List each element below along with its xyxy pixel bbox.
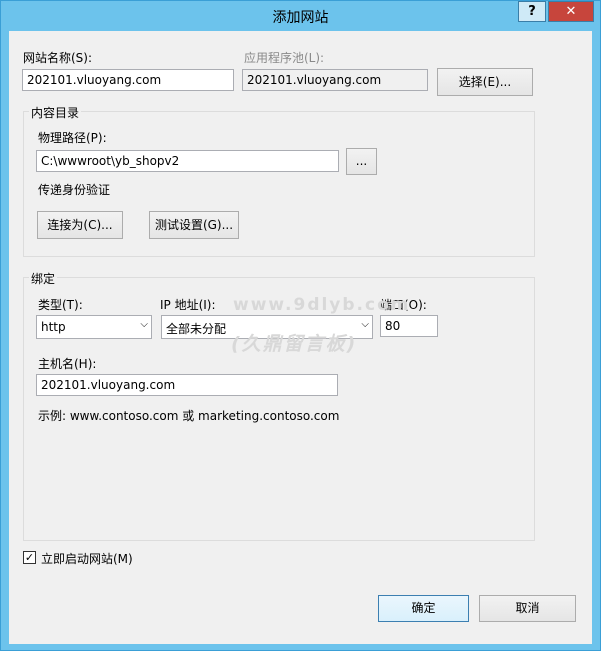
watermark-name: (久鼎留言板) [231, 333, 358, 355]
browse-button[interactable]: ... [346, 148, 377, 175]
select-app-pool-button[interactable]: 选择(E)... [437, 68, 533, 96]
dialog-window: 添加网站 ? ✕ 网站名称(S): 202101.vluoyang.com 应用… [0, 0, 601, 651]
site-name-input[interactable]: 202101.vluoyang.com [22, 69, 234, 91]
close-button[interactable]: ✕ [548, 1, 594, 22]
ok-button[interactable]: 确定 [378, 595, 469, 622]
hostname-example: 示例: www.contoso.com 或 marketing.contoso.… [38, 409, 340, 423]
type-label: 类型(T): [38, 298, 83, 312]
type-select[interactable]: http ⌵ [36, 315, 152, 339]
cancel-button[interactable]: 取消 [479, 595, 576, 622]
start-site-checkbox[interactable]: ✓ [23, 551, 36, 564]
chevron-down-icon: ⌵ [140, 319, 148, 330]
app-pool-label: 应用程序池(L): [244, 51, 325, 65]
title-bar: 添加网站 ? ✕ [1, 1, 600, 31]
start-site-label: 立即启动网站(M) [41, 552, 133, 566]
hostname-label: 主机名(H): [38, 357, 97, 371]
chevron-down-icon: ⌵ [361, 319, 369, 330]
binding-legend: 绑定 [29, 270, 58, 287]
watermark-url: www.9dlyb.com [233, 295, 411, 315]
content-directory-legend: 内容目录 [29, 104, 82, 121]
help-button[interactable]: ? [518, 1, 546, 22]
hostname-input[interactable]: 202101.vluoyang.com [36, 374, 338, 396]
checkmark-icon: ✓ [24, 551, 35, 564]
app-pool-field: 202101.vluoyang.com [242, 69, 428, 91]
dialog-body: 网站名称(S): 202101.vluoyang.com 应用程序池(L): 2… [9, 31, 592, 644]
ip-address-select-value: 全部未分配 [166, 322, 227, 336]
dialog-title: 添加网站 [272, 10, 329, 26]
test-settings-button[interactable]: 测试设置(G)... [149, 211, 239, 239]
passthrough-auth-label: 传递身份验证 [38, 183, 111, 197]
port-input[interactable]: 80 [380, 315, 438, 337]
connect-as-button[interactable]: 连接为(C)... [37, 211, 123, 239]
physical-path-input[interactable]: C:\wwwroot\yb_shopv2 [36, 150, 339, 172]
physical-path-label: 物理路径(P): [38, 131, 107, 145]
close-icon: ✕ [565, 4, 577, 19]
ip-address-label: IP 地址(I): [160, 298, 216, 312]
site-name-label: 网站名称(S): [23, 51, 93, 65]
type-select-value: http [41, 320, 66, 334]
